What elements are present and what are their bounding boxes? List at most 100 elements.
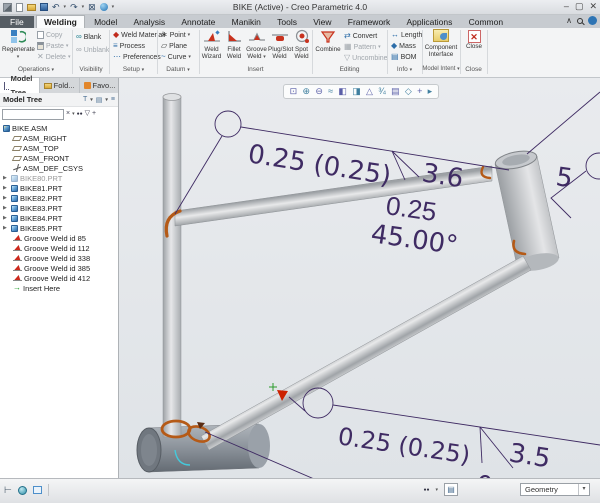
copy-icon <box>37 31 44 39</box>
tree-item-insert-here[interactable]: →Insert Here <box>0 283 118 293</box>
uncombine-icon: ▽ <box>344 54 350 62</box>
tree-item-part[interactable]: ▶BIKE84.PRT <box>0 213 118 223</box>
datum-curve-icon: ~ <box>161 53 166 61</box>
tree-item-part[interactable]: ▶BIKE80.PRT <box>0 173 118 183</box>
repaint-icon[interactable]: ≈ <box>328 85 333 98</box>
preferences-button[interactable]: ⋯Preferences <box>113 52 161 62</box>
spin-center-icon[interactable]: + <box>417 85 422 98</box>
find-icon[interactable]: ●● <box>77 111 83 117</box>
group-label-model-intent[interactable]: Model Intent ▾ <box>422 66 460 72</box>
group-label-setup[interactable]: Setup ▾ <box>110 66 157 73</box>
group-label-info[interactable]: Info ▾ <box>387 66 422 73</box>
navigator-tab-folders[interactable]: Fold... <box>40 78 80 93</box>
dimension-bottom-right[interactable]: 3.5 <box>507 438 553 474</box>
navigator-tab-model-tree[interactable]: Model Tree <box>0 78 40 93</box>
tree-item-groove-weld[interactable]: Groove Weld id 85 <box>0 233 118 243</box>
maximize-button[interactable]: ▢ <box>575 1 584 12</box>
spot-weld-button[interactable]: Spot Weld <box>291 29 312 61</box>
datum-display-icon[interactable]: △ <box>366 85 373 98</box>
help-icon[interactable] <box>588 16 597 25</box>
annotation-display-icon[interactable]: ¾ <box>378 85 386 98</box>
navigator-tab-favorites[interactable]: Favo... <box>80 78 121 93</box>
weld-display-icon[interactable]: ▸ <box>428 85 433 98</box>
datum-curve-button[interactable]: ~Curve ▾ <box>161 52 191 62</box>
toggle-navigator-icon[interactable]: ⊢ <box>4 485 12 496</box>
plug-slot-weld-icon <box>271 29 289 44</box>
expand-icon[interactable]: ▶ <box>3 175 9 181</box>
component-interface-button[interactable]: Component Interface <box>424 29 458 59</box>
convert-button[interactable]: ⇄Convert <box>344 31 377 41</box>
filter-dropdown-icon[interactable]: ▾ <box>578 484 589 495</box>
tree-item-groove-weld[interactable]: Groove Weld id 385 <box>0 263 118 273</box>
browser-icon[interactable] <box>18 486 27 495</box>
expand-icon[interactable]: ▶ <box>3 205 9 211</box>
weld-wizard-button[interactable]: Weld Wizard <box>200 29 223 61</box>
tree-item-datum-plane[interactable]: ASM_FRONT <box>0 153 118 163</box>
perspective-icon[interactable]: ◇ <box>405 85 412 98</box>
minimize-button[interactable]: – <box>564 1 569 12</box>
tree-show-icon[interactable]: ▤ <box>96 96 103 104</box>
tab-welding[interactable]: Welding <box>36 15 85 29</box>
bom-button[interactable]: ▤BOM <box>391 52 417 62</box>
tree-item-groove-weld[interactable]: Groove Weld id 338 <box>0 253 118 263</box>
tree-settings-icon[interactable]: T <box>83 96 87 103</box>
zoom-in-icon[interactable]: ⊕ <box>302 85 310 98</box>
search-model-icon[interactable]: ●● <box>423 487 429 493</box>
tree-item-part[interactable]: ▶BIKE83.PRT <box>0 203 118 213</box>
display-style-icon[interactable]: ◨ <box>352 85 361 98</box>
tree-item-part[interactable]: ▶BIKE81.PRT <box>0 183 118 193</box>
datum-point-button[interactable]: ∗Point ▾ <box>161 30 190 40</box>
expand-icon[interactable]: ▶ <box>3 185 9 191</box>
close-button[interactable]: ✕ <box>589 1 597 12</box>
length-button[interactable]: ↔Length <box>391 30 422 40</box>
tree-collapse-icon[interactable]: ≡ <box>111 96 115 103</box>
expand-icon[interactable]: ▶ <box>3 195 9 201</box>
bottom-bracket-tube[interactable] <box>137 424 270 472</box>
clear-search-icon[interactable]: × <box>66 109 70 119</box>
add-column-icon[interactable]: + <box>92 109 96 119</box>
process-button[interactable]: ≡Process <box>113 41 145 51</box>
refit-icon[interactable]: ⊡ <box>290 85 298 98</box>
mass-icon: ◆ <box>391 42 397 50</box>
tree-item-part[interactable]: ▶BIKE82.PRT <box>0 193 118 203</box>
expand-icon[interactable]: ▶ <box>3 215 9 221</box>
view-manager-icon[interactable]: ▤ <box>391 85 400 98</box>
groove-weld-button[interactable]: Groove Weld ▾ <box>245 29 268 61</box>
mass-button[interactable]: ◆Mass <box>391 41 416 51</box>
graphics-area[interactable]: 0.25 <box>119 78 600 478</box>
tree-item-part[interactable]: ▶BIKE85.PRT <box>0 223 118 233</box>
seat-tube[interactable] <box>163 94 181 438</box>
blank-button[interactable]: ∞Blank <box>76 32 101 42</box>
tree-item-groove-weld[interactable]: Groove Weld id 112 <box>0 243 118 253</box>
tree-item-datum-plane[interactable]: ASM_RIGHT <box>0 133 118 143</box>
search-options-dropdown-icon[interactable]: ▾ <box>435 487 438 493</box>
length-icon: ↔ <box>391 31 399 39</box>
filter-icon[interactable]: ▽ <box>85 109 90 119</box>
regenerate-button[interactable]: Regenerate ▾ <box>2 29 34 61</box>
model-tree-header: Model Tree <box>3 95 80 104</box>
tree-search-input[interactable] <box>2 109 64 120</box>
search-icon[interactable] <box>577 18 583 24</box>
datum-plane-button[interactable]: ▱Plane <box>161 41 187 51</box>
plug-slot-weld-button[interactable]: Plug/Slot Weld <box>268 29 291 61</box>
minimize-ribbon-icon[interactable]: ∧ <box>566 16 572 25</box>
process-icon: ≡ <box>113 42 118 50</box>
tree-item-assembly[interactable]: BIKE.ASM <box>0 123 118 133</box>
selection-buffer-icon[interactable]: ▤ <box>444 483 458 496</box>
fillet-weld-button[interactable]: Fillet Weld <box>223 29 245 61</box>
selection-filter-dropdown[interactable]: Geometry ▾ <box>520 483 590 496</box>
close-weld-button[interactable]: ✕ Close <box>462 30 486 50</box>
tree-item-csys[interactable]: ASM_DEF_CSYS <box>0 163 118 173</box>
tree-item-datum-plane[interactable]: ASM_TOP <box>0 143 118 153</box>
search-options-icon[interactable]: ▾ <box>72 111 75 117</box>
zoom-out-icon[interactable]: ⊖ <box>315 85 323 98</box>
combine-button[interactable]: Combine <box>314 29 342 53</box>
dimension-top-right[interactable]: 3.6 <box>420 158 466 194</box>
select-box-icon[interactable] <box>33 486 42 494</box>
favorites-icon <box>84 82 91 89</box>
group-label-datum[interactable]: Datum ▾ <box>157 66 199 73</box>
group-label-insert: Insert <box>199 66 312 73</box>
tree-item-groove-weld[interactable]: Groove Weld id 412 <box>0 273 118 283</box>
shading-icon[interactable]: ◧ <box>338 85 347 98</box>
expand-icon[interactable]: ▶ <box>3 225 9 231</box>
